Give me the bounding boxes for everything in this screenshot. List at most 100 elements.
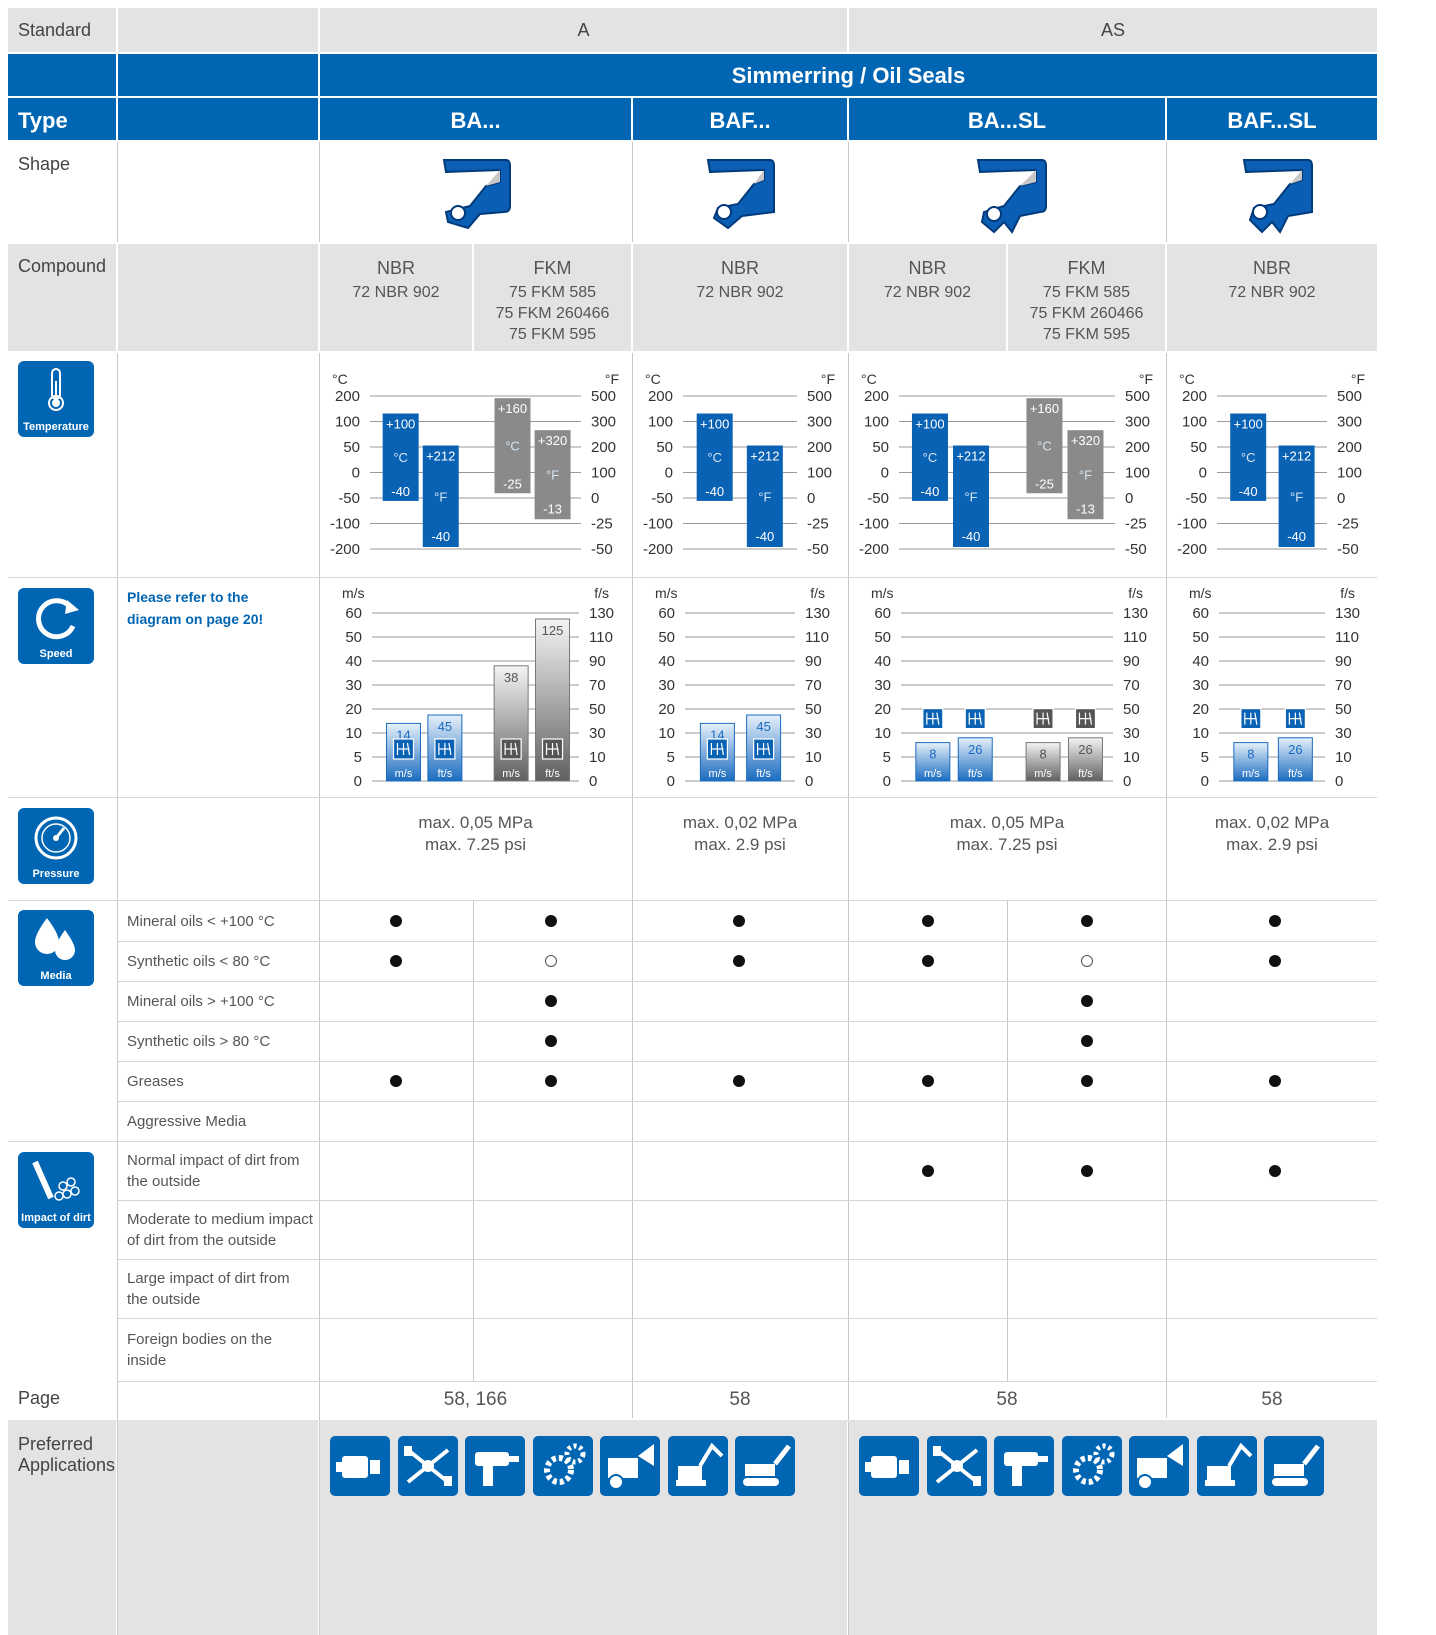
filled-dot-mark — [545, 1075, 557, 1087]
temp-bar-c-max: +100 — [1234, 417, 1263, 432]
temp-tick-f: -25 — [807, 516, 829, 533]
filled-dot-mark — [922, 915, 934, 927]
speed-tick-fs: 50 — [1123, 701, 1140, 718]
seal-shape-baf-icon — [706, 159, 775, 230]
speed-chart: m/s f/s60 13050 11040 9030 7020 5010 305 100 0144… — [342, 585, 614, 790]
temperature-chart-group: °C °F 200 500 100 300 50 200 0 100 -50 0 -100 -25 -200… — [859, 371, 1153, 558]
speed-tick-ms: 40 — [1192, 653, 1209, 670]
speed-bar-ms-value: 8 — [1039, 747, 1046, 762]
speed-bar-fs-unit: ft/s — [968, 768, 983, 780]
seal-shape-ba-icon — [442, 159, 511, 230]
temp-tick-f: 200 — [1337, 439, 1362, 456]
temp-tick-c: 200 — [335, 388, 360, 405]
speed-tick-ms: 60 — [345, 605, 362, 622]
temp-tick-c: 0 — [881, 465, 889, 482]
seal-shape-bafsl-icon — [1242, 159, 1313, 234]
temp-bar-c-unit: °C — [1241, 450, 1256, 465]
speed-tick-fs: 0 — [589, 773, 597, 790]
temperature-chart-group: °C °F 200 500 100 300 50 200 0 100 -50 0 -100 -25 -200… — [330, 371, 619, 558]
speed-tick-ms: 30 — [345, 677, 362, 694]
filled-dot-mark — [390, 955, 402, 967]
temp-bar-f-min: -40 — [1287, 529, 1306, 544]
temperature-icon: Temperature — [18, 361, 94, 437]
compound-sub: 72 NBR 902 — [696, 284, 784, 301]
pressure-mpa: max. 0,05 MPa — [949, 813, 1065, 832]
speed-chart-group: m/s f/s 60 130 50 110 40 90 30 70 20 50 10 30 5 10 0 0 8 26… — [1189, 585, 1360, 790]
media-row-label: Greases — [127, 1072, 184, 1090]
speed-tick-ms: 60 — [658, 605, 675, 622]
temp-bar-c-max: +160 — [498, 401, 527, 416]
shape-label: Shape — [18, 154, 71, 174]
filled-dot-mark — [1081, 1075, 1093, 1087]
filled-dot-mark — [922, 955, 934, 967]
compound-cell-5: FKM 75 FKM 585 75 FKM 260466 75 FKM 595 — [1008, 244, 1165, 351]
speed-tick-ms: 0 — [883, 773, 891, 790]
speed-icon: Speed — [18, 588, 94, 664]
speed-tick-fs: 90 — [805, 653, 822, 670]
temp-tick-c: -50 — [651, 490, 673, 507]
standard-empty-cell — [118, 8, 318, 52]
speed-bar-ms-unit: m/s — [924, 768, 942, 780]
compound-cell-4: NBR 72 NBR 902 — [849, 244, 1006, 351]
temp-bar-f-min: -13 — [1076, 501, 1095, 516]
speed-chart-group: m/s f/s 60 130 50 110 40 90 30 70 20 50 10 30 5 10 0 0 8 26… — [871, 585, 1148, 790]
pressure-bafsl: max. 0,02 MPa max. 2.9 psi — [1167, 812, 1377, 856]
speed-bar-ms-unit: m/s — [1242, 768, 1260, 780]
speed-tick-ms: 30 — [658, 677, 675, 694]
temp-tick-c: 50 — [1190, 439, 1207, 456]
temp-unit-f: °F — [605, 371, 619, 387]
speed-tick-fs: 30 — [1335, 725, 1352, 742]
speed-tick-ms: 5 — [1201, 749, 1209, 766]
filled-dot-mark — [1269, 1075, 1281, 1087]
speed-tick-fs: 110 — [805, 629, 829, 646]
temp-bar-f-min: -13 — [543, 501, 562, 516]
temp-unit-f: °F — [1351, 371, 1365, 387]
speed-unit-fs: f/s — [594, 585, 609, 601]
dirt-row-label: Moderate to medium impact of dirt from t… — [127, 1211, 313, 1249]
temp-unit-c: °C — [645, 371, 661, 387]
standard-as-cell: AS — [849, 8, 1377, 52]
standard-a-label: A — [577, 20, 590, 40]
speed-bar-fs-value: 45 — [438, 719, 452, 734]
dirt-row-label: Large impact of dirt from the outside — [127, 1270, 290, 1308]
speed-tick-ms: 5 — [883, 749, 891, 766]
temp-tick-c: -100 — [643, 516, 673, 533]
pressure-mpa: max. 0,02 MPa — [1214, 813, 1330, 832]
speed-tick-fs: 110 — [1123, 629, 1147, 646]
speed-tick-ms: 30 — [874, 677, 891, 694]
temp-tick-f: 0 — [1337, 490, 1345, 507]
speed-tick-fs: 10 — [1123, 749, 1140, 766]
temp-bar-c-min: -40 — [391, 484, 410, 499]
temp-tick-c: 200 — [1182, 388, 1207, 405]
filled-dot-mark — [1081, 1165, 1093, 1177]
compound-cell-2: FKM 75 FKM 585 75 FKM 260466 75 FKM 595 — [474, 244, 631, 351]
speed-icon-label: Speed — [39, 648, 73, 660]
shape-label-cell: Shape — [8, 142, 116, 242]
temp-tick-c: -200 — [1177, 541, 1207, 558]
crawler-icon — [735, 1436, 795, 1496]
temp-tick-f: -50 — [1125, 541, 1147, 558]
axle-icon — [926, 1436, 987, 1496]
temp-tick-c: 0 — [1199, 465, 1207, 482]
speed-tick-ms: 0 — [1201, 773, 1209, 790]
speed-unit-fs: f/s — [810, 585, 825, 601]
speed-tick-fs: 70 — [1335, 677, 1352, 694]
speed-tick-fs: 70 — [1123, 677, 1140, 694]
temp-tick-f: 500 — [591, 388, 616, 405]
standard-label-cell: Standard — [8, 8, 116, 52]
media-row-label: Synthetic oils < 80 °C — [127, 952, 271, 970]
filled-dot-mark — [390, 1075, 402, 1087]
temp-tick-f: -50 — [807, 541, 829, 558]
speed-tick-fs: 130 — [805, 605, 830, 622]
temp-tick-f: 200 — [591, 439, 616, 456]
temp-tick-c: 100 — [335, 414, 360, 431]
pressure-psi: max. 7.25 psi — [956, 835, 1058, 854]
media-icon: Media — [18, 910, 94, 986]
temp-tick-c: 100 — [648, 414, 673, 431]
speed-bar-fs-unit: ft/s — [438, 768, 453, 780]
temp-bar-c-min: -40 — [1239, 484, 1258, 499]
temp-tick-f: 200 — [1125, 439, 1150, 456]
gear-motor-icon — [859, 1436, 919, 1496]
gear-motor-icon — [330, 1436, 390, 1496]
temp-bar-f-min: -40 — [431, 529, 450, 544]
